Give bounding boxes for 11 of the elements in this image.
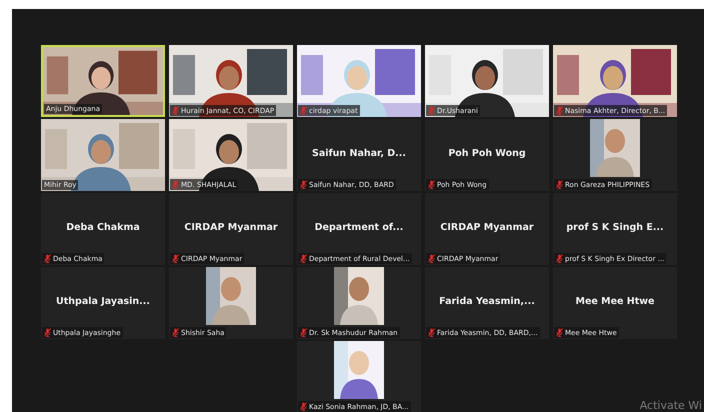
participant-name: Mee Mee Htwe — [575, 296, 654, 308]
participant-name: Poh Poh Wong — [448, 148, 526, 160]
participant-name: Saifun Nahar, D... — [312, 148, 406, 160]
participant-name: CIRDAP Myanmar — [440, 222, 534, 234]
participant-name: Uthpala Jayasin... — [56, 296, 150, 308]
participant-name: prof S K Singh E... — [566, 222, 664, 234]
participant-name: Department of... — [314, 222, 404, 234]
activation-notice: Activate Wi — [640, 399, 702, 412]
participant-name: Deba Chakma — [66, 222, 140, 234]
participant-name: Farida Yeasmin,... — [439, 296, 535, 308]
participant-name: CIRDAP Myanmar — [184, 222, 278, 234]
